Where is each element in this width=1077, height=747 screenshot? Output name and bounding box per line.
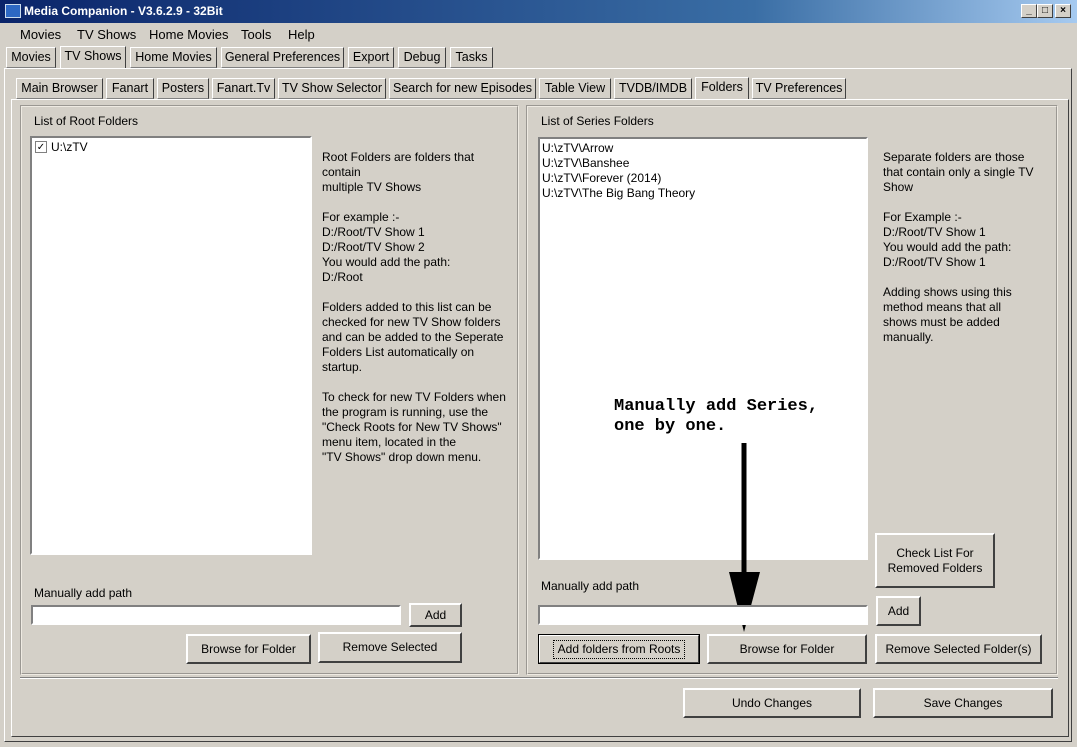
subtab-search-new-episodes[interactable]: Search for new Episodes bbox=[389, 78, 536, 99]
minimize-button[interactable]: _ bbox=[1021, 4, 1037, 18]
series-folders-title: List of Series Folders bbox=[541, 114, 654, 128]
root-folder-item[interactable]: U:\zTV bbox=[51, 140, 88, 155]
tab-tv-shows[interactable]: TV Shows bbox=[60, 46, 126, 69]
series-folder-item[interactable]: U:\zTV\Banshee bbox=[542, 156, 629, 171]
subtab-posters[interactable]: Posters bbox=[157, 78, 209, 99]
root-folder-checkbox[interactable]: ✓ bbox=[35, 141, 47, 153]
app-icon bbox=[5, 4, 21, 18]
close-button[interactable]: × bbox=[1055, 4, 1071, 18]
title-bar[interactable]: Media Companion - V3.6.2.9 - 32Bit _ □ × bbox=[0, 0, 1077, 23]
menu-home-movies[interactable]: Home Movies bbox=[143, 26, 234, 44]
remove-selected-folders-button[interactable]: Remove Selected Folder(s) bbox=[875, 634, 1042, 664]
tab-export[interactable]: Export bbox=[348, 47, 394, 68]
tab-home-movies[interactable]: Home Movies bbox=[130, 47, 217, 68]
series-folder-item[interactable]: U:\zTV\Forever (2014) bbox=[542, 171, 661, 186]
root-manual-add-label: Manually add path bbox=[34, 586, 133, 600]
root-add-button[interactable]: Add bbox=[409, 603, 462, 627]
menu-movies[interactable]: Movies bbox=[14, 26, 67, 44]
footer-divider bbox=[20, 677, 1058, 679]
series-browse-button[interactable]: Browse for Folder bbox=[707, 634, 867, 664]
maximize-button[interactable]: □ bbox=[1037, 4, 1053, 18]
subtab-table-view[interactable]: Table View bbox=[539, 78, 611, 99]
root-folders-title: List of Root Folders bbox=[34, 114, 139, 128]
series-folders-help-text: Separate folders are those that contain … bbox=[883, 150, 1034, 344]
window-title: Media Companion - V3.6.2.9 - 32Bit bbox=[24, 4, 223, 18]
series-path-input[interactable] bbox=[538, 605, 868, 625]
root-remove-selected-button[interactable]: Remove Selected bbox=[318, 632, 462, 663]
subtab-tv-show-selector[interactable]: TV Show Selector bbox=[278, 78, 386, 99]
subtab-tvdb-imdb[interactable]: TVDB/IMDB bbox=[614, 78, 692, 99]
tab-debug[interactable]: Debug bbox=[398, 47, 446, 68]
subtab-main-browser[interactable]: Main Browser bbox=[16, 78, 103, 99]
menu-tools[interactable]: Tools bbox=[235, 26, 277, 44]
root-path-input[interactable] bbox=[31, 605, 401, 625]
series-manual-add-label: Manually add path bbox=[541, 579, 640, 593]
undo-changes-button[interactable]: Undo Changes bbox=[683, 688, 861, 718]
subtab-fanart-tv[interactable]: Fanart.Tv bbox=[212, 78, 275, 99]
subtab-folders[interactable]: Folders bbox=[695, 77, 749, 100]
series-folder-item[interactable]: U:\zTV\Arrow bbox=[542, 141, 613, 156]
annotation-text: Manually add Series, one by one. bbox=[614, 397, 819, 436]
tab-movies[interactable]: Movies bbox=[6, 47, 56, 68]
subtab-fanart[interactable]: Fanart bbox=[106, 78, 154, 99]
tab-tasks[interactable]: Tasks bbox=[450, 47, 493, 68]
menu-tv-shows[interactable]: TV Shows bbox=[71, 26, 142, 44]
add-folders-from-roots-label: Add folders from Roots bbox=[552, 639, 686, 659]
tab-general-preferences[interactable]: General Preferences bbox=[221, 47, 344, 68]
subtab-tv-preferences[interactable]: TV Preferences bbox=[752, 78, 846, 99]
series-folders-list[interactable]: U:\zTV\Arrow U:\zTV\Banshee U:\zTV\Forev… bbox=[538, 137, 868, 560]
check-list-removed-folders-button[interactable]: Check List For Removed Folders bbox=[875, 533, 995, 588]
root-folders-help-text: Root Folders are folders that contain mu… bbox=[322, 150, 506, 464]
add-folders-from-roots-button[interactable]: Add folders from Roots bbox=[538, 634, 700, 664]
root-folders-list[interactable]: ✓ U:\zTV bbox=[30, 136, 312, 555]
series-add-button[interactable]: Add bbox=[876, 596, 921, 626]
menu-help[interactable]: Help bbox=[282, 26, 321, 44]
save-changes-button[interactable]: Save Changes bbox=[873, 688, 1053, 718]
series-folder-item[interactable]: U:\zTV\The Big Bang Theory bbox=[542, 186, 695, 201]
root-browse-button[interactable]: Browse for Folder bbox=[186, 634, 311, 664]
